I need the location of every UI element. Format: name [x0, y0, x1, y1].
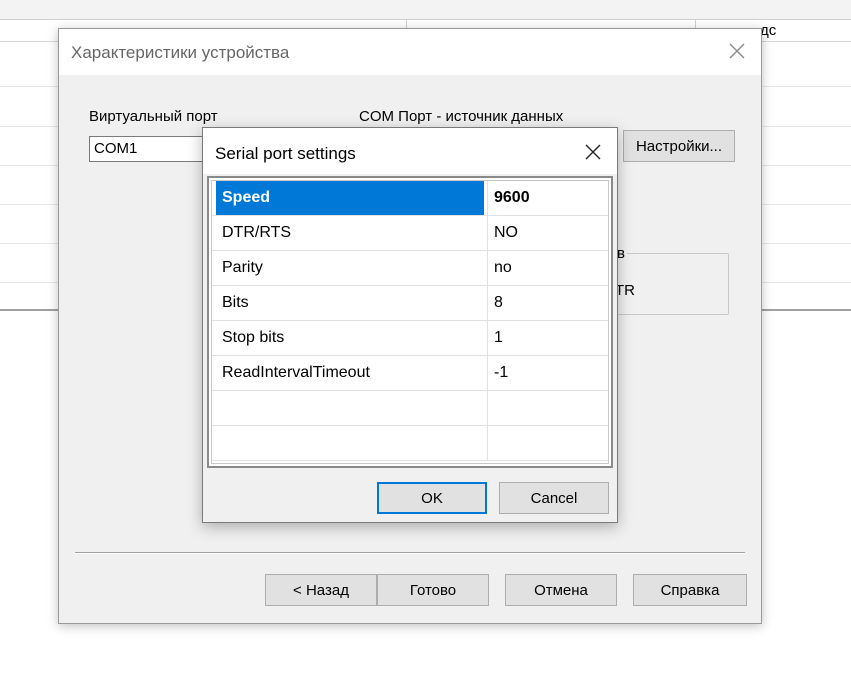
- cancel-button[interactable]: Отмена: [505, 574, 617, 606]
- property-name: Bits: [222, 294, 249, 311]
- separator-line: [75, 552, 745, 554]
- property-row[interactable]: Stop bits 1: [212, 321, 608, 356]
- property-value[interactable]: NO: [488, 216, 606, 250]
- dialog-titlebar: Характеристики устройства: [59, 29, 761, 75]
- property-name: Speed: [216, 181, 484, 215]
- virtual-port-label: Виртуальный порт: [89, 108, 218, 125]
- property-name: DTR/RTS: [222, 224, 292, 241]
- property-row[interactable]: Speed 9600: [212, 181, 608, 216]
- serial-dialog-titlebar: Serial port settings: [203, 128, 617, 174]
- property-row[interactable]: Parity no: [212, 251, 608, 286]
- close-icon[interactable]: [583, 142, 603, 162]
- close-icon[interactable]: [727, 41, 747, 61]
- serial-port-settings-dialog: Serial port settings Speed 9600 DTR/RTS NO P…: [202, 127, 618, 523]
- background-toolbar-strip: [0, 0, 851, 20]
- property-name: ReadIntervalTimeout: [222, 364, 370, 381]
- background-column-header-text: дс: [760, 22, 777, 39]
- property-row[interactable]: Bits 8: [212, 286, 608, 321]
- property-grid[interactable]: Speed 9600 DTR/RTS NO Parity no Bits 8 Stop bits…: [207, 176, 613, 468]
- back-button[interactable]: < Назад: [265, 574, 377, 606]
- property-name: Parity: [222, 259, 263, 276]
- groupbox-option-label[interactable]: TR: [615, 282, 635, 299]
- virtual-port-field[interactable]: COM1: [89, 136, 209, 162]
- property-value[interactable]: 9600: [488, 181, 606, 215]
- com-source-label: COM Порт - источник данных: [359, 108, 564, 125]
- property-value[interactable]: [488, 426, 606, 460]
- property-value[interactable]: no: [488, 251, 606, 285]
- property-row[interactable]: DTR/RTS NO: [212, 216, 608, 251]
- property-value[interactable]: 8: [488, 286, 606, 320]
- property-row[interactable]: ReadIntervalTimeout -1: [212, 356, 608, 391]
- property-name: Stop bits: [222, 329, 285, 346]
- dialog-title: Характеристики устройства: [71, 43, 290, 62]
- ok-button[interactable]: OK: [377, 482, 487, 514]
- property-value[interactable]: -1: [488, 356, 606, 390]
- property-name: [216, 426, 484, 460]
- finish-button[interactable]: Готово: [377, 574, 489, 606]
- property-row[interactable]: [212, 391, 608, 426]
- settings-button[interactable]: Настройки...: [623, 130, 735, 162]
- cancel-button[interactable]: Cancel: [499, 482, 609, 514]
- help-button[interactable]: Справка: [633, 574, 747, 606]
- property-grid-body: Speed 9600 DTR/RTS NO Parity no Bits 8 Stop bits…: [211, 180, 609, 464]
- property-value[interactable]: [488, 391, 606, 425]
- property-name: [216, 391, 484, 425]
- property-row[interactable]: [212, 426, 608, 461]
- serial-dialog-title: Serial port settings: [215, 144, 356, 163]
- property-value[interactable]: 1: [488, 321, 606, 355]
